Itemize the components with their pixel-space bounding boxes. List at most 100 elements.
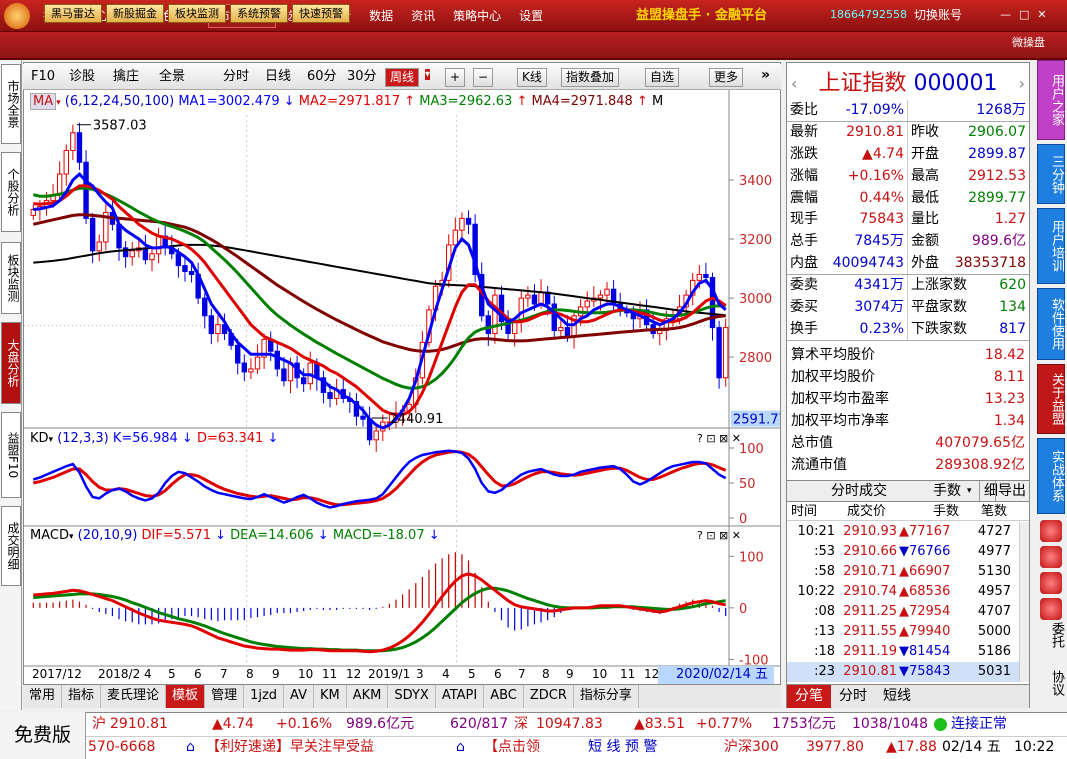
right-bottom-tab-1[interactable]: 分时	[831, 685, 875, 708]
quick-button-2[interactable]: 板块监测	[168, 4, 226, 23]
promo-link[interactable]: 【点击领	[484, 737, 540, 758]
trade-entrust-link[interactable]: 委托	[1038, 622, 1064, 648]
indicator-tab-10[interactable]: ATAPI	[436, 685, 485, 708]
far-right-tab-1[interactable]: 三分钟	[1037, 144, 1065, 204]
kd-panel-controls[interactable]: ? ⊡ ⊠ ✕	[697, 432, 741, 445]
eye-icon[interactable]	[1040, 598, 1062, 620]
kd-indicator-button[interactable]: KD	[30, 431, 49, 446]
indicator-tab-5[interactable]: 1jzd	[244, 685, 285, 708]
far-right-tab-2[interactable]: 用户培训	[1037, 208, 1065, 284]
trade-row[interactable]: :18 2911.19 ▼81454 5186	[787, 642, 1029, 662]
left-tab-5[interactable]: 成交明细	[1, 506, 21, 586]
chart-option-1[interactable]: 指数叠加	[561, 68, 620, 87]
quote-label: 开盘	[911, 145, 939, 162]
far-right-tab-3[interactable]: 软件使用	[1037, 288, 1065, 360]
collapse-panel-icon[interactable]: »	[761, 67, 770, 83]
menu-item-8[interactable]: 策略中心	[444, 0, 510, 32]
close-icon[interactable]: ✕	[1037, 8, 1046, 21]
indicator-tab-0[interactable]: 常用	[23, 685, 63, 708]
kline-chart[interactable]: 34003200300028002591.773587.032440.91100…	[24, 90, 780, 684]
right-bottom-tab-2[interactable]: 短线	[875, 685, 919, 708]
indicator-tab-4[interactable]: 管理	[205, 685, 245, 708]
left-tab-4[interactable]: 益盟F10	[1, 412, 21, 498]
prev-stock-icon[interactable]: ‹	[791, 70, 797, 98]
trade-row[interactable]: :23 2910.81 ▼75843 5031	[787, 662, 1029, 682]
quote-label: 最低	[911, 189, 939, 206]
lot-size-select[interactable]: 手数	[933, 481, 961, 501]
period-button-4[interactable]: 周线	[385, 68, 420, 87]
bell-icon[interactable]	[1040, 520, 1062, 542]
chart-tool-1[interactable]: 诊股	[69, 68, 95, 86]
left-tab-0[interactable]: 市场全景	[1, 64, 21, 144]
menu-item-9[interactable]: 设置	[510, 0, 552, 32]
left-tab-3[interactable]: 大盘分析	[1, 322, 21, 404]
quote-row: 委买 3074万 平盘家数 134	[787, 297, 1029, 319]
indicator-tab-9[interactable]: SDYX	[388, 685, 436, 708]
indicator-tab-1[interactable]: 指标	[62, 685, 102, 708]
quick-button-0[interactable]: 黑马雷达	[44, 4, 102, 23]
indicator-tab-7[interactable]: KM	[314, 685, 347, 708]
indicator-tab-3[interactable]: 模板	[166, 685, 206, 708]
indicator-tab-8[interactable]: AKM	[347, 685, 389, 708]
mini-panel-button[interactable]: 微操盘	[1012, 34, 1045, 52]
short-alert[interactable]: 短 线 预 警	[588, 737, 657, 758]
left-tab-2[interactable]: 板块监测	[1, 242, 21, 314]
indicator-tab-12[interactable]: ZDCR	[524, 685, 574, 708]
right-bottom-tab-0[interactable]: 分笔	[787, 685, 831, 708]
trade-volume: ▲72954	[899, 604, 951, 619]
quick-button-4[interactable]: 快速预警	[292, 4, 350, 23]
zoom-in-icon[interactable]: +	[445, 68, 466, 87]
far-right-tab-0[interactable]: 用户之家	[1037, 60, 1065, 140]
menu-item-6[interactable]: 数据	[360, 0, 402, 32]
gift-icon[interactable]	[1040, 546, 1062, 568]
trade-row[interactable]: :53 2910.66 ▼76766 4977	[787, 542, 1029, 562]
next-stock-icon[interactable]: ›	[1019, 70, 1025, 98]
trade-row[interactable]: :08 2911.25 ▲72954 4707	[787, 602, 1029, 622]
far-right-tab-4[interactable]: 关于益盟	[1037, 364, 1065, 434]
macd-panel-controls[interactable]: ? ⊡ ⊠ ✕	[697, 529, 741, 542]
indicator-tab-11[interactable]: ABC	[484, 685, 524, 708]
export-button[interactable]: 导出	[995, 481, 1026, 501]
chart-tool-0[interactable]: F10	[31, 68, 55, 86]
minimize-icon[interactable]: —	[1000, 8, 1011, 21]
x-tick-label: 7	[518, 667, 526, 681]
trade-row[interactable]: 10:22 2910.74 ▲68536 4957	[787, 582, 1029, 602]
macd-indicator-button[interactable]: MACD	[30, 528, 69, 543]
period-button-3[interactable]: 30分	[347, 68, 377, 86]
trades-scrollbar[interactable]	[1019, 522, 1029, 682]
promo-message[interactable]: 【利好速递】早关注早受益	[206, 737, 374, 758]
chart-tool-2[interactable]: 擒庄	[113, 68, 139, 86]
hs300-price: 3977.80	[806, 739, 864, 755]
indicator-tab-6[interactable]: AV	[284, 685, 315, 708]
chart-option-3[interactable]: 更多	[709, 68, 744, 87]
period-button-0[interactable]: 分时	[223, 68, 249, 86]
chart-option-2[interactable]: 自选	[645, 68, 680, 87]
period-button-2[interactable]: 60分	[307, 68, 337, 86]
far-right-tab-5[interactable]: 实战体系	[1037, 438, 1065, 514]
quick-button-1[interactable]: 新股掘金	[106, 4, 164, 23]
chart-option-0[interactable]: K线	[517, 68, 547, 87]
switch-account-link[interactable]: 切换账号	[914, 0, 962, 30]
trade-row[interactable]: :13 2911.55 ▲79940 5000	[787, 622, 1029, 642]
trade-row[interactable]: 10:21 2910.93 ▲77167 4727	[787, 522, 1029, 542]
sz-price: 10947.83	[536, 716, 603, 732]
trade-count: 4727	[977, 524, 1011, 539]
indicator-tab-2[interactable]: 麦氏理论	[101, 685, 167, 708]
ma4-value: MA4=2971.848	[531, 94, 633, 109]
ma-indicator-button[interactable]: MA	[30, 93, 57, 110]
period-dropdown-icon[interactable]: ▾	[425, 69, 431, 80]
chart-tool-3[interactable]: 全景	[159, 68, 185, 86]
maximize-icon[interactable]: □	[1019, 8, 1029, 21]
x-tick-label: 9	[566, 667, 574, 681]
trade-row[interactable]: :58 2910.71 ▲66907 5130	[787, 562, 1029, 582]
home-icon-1[interactable]: ⌂	[186, 737, 195, 758]
home-icon-2[interactable]: ⌂	[456, 737, 465, 758]
user-icon[interactable]	[1040, 572, 1062, 594]
zoom-out-icon[interactable]: −	[473, 68, 494, 87]
quick-button-3[interactable]: 系统预警	[230, 4, 288, 23]
menu-item-7[interactable]: 资讯	[402, 0, 444, 32]
indicator-tab-13[interactable]: 指标分享	[574, 685, 639, 708]
left-tab-1[interactable]: 个股分析	[1, 152, 21, 232]
agreement-link[interactable]: 协议	[1038, 670, 1064, 696]
period-button-1[interactable]: 日线	[265, 68, 291, 86]
